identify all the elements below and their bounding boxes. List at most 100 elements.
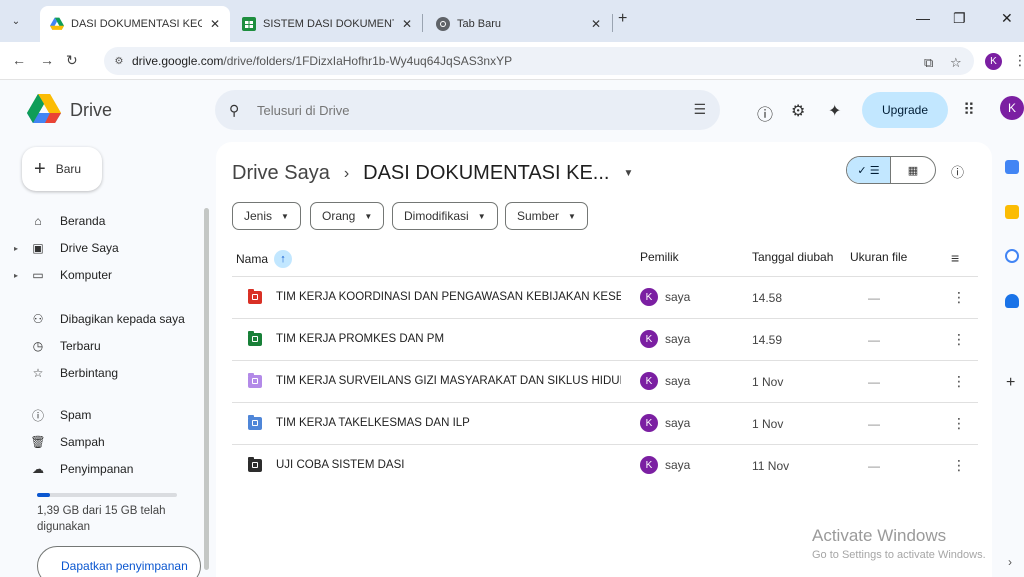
plus-icon: +	[34, 158, 46, 180]
restore-icon[interactable]: ❐	[953, 10, 966, 27]
more-actions-icon[interactable]: ⋮	[952, 457, 966, 474]
table-row[interactable]: TIM KERJA TAKELKESMAS DAN ILP Ksaya 1 Nov —…	[232, 402, 978, 444]
filter-chip-sumber[interactable]: Sumber ▼	[505, 202, 588, 230]
more-actions-icon[interactable]: ⋮	[952, 289, 966, 306]
forward-icon[interactable]: →	[40, 52, 54, 68]
table-row[interactable]: TIM KERJA KOORDINASI DAN PENGAWASAN KEBI…	[232, 276, 978, 318]
home-icon: ⌂	[34, 214, 42, 228]
get-storage-button[interactable]: Dapatkan penyimpanan	[37, 546, 201, 577]
app-title[interactable]: Drive	[70, 100, 112, 121]
more-actions-icon[interactable]: ⋮	[952, 415, 966, 432]
column-header-name[interactable]: Nama ↑	[236, 250, 293, 268]
owner-cell: Ksaya	[640, 456, 690, 474]
sidebar-item-beranda[interactable]: ⌂ Beranda	[20, 210, 105, 232]
sort-options-icon[interactable]: ≡	[951, 250, 959, 266]
breadcrumb-root[interactable]: Drive Saya	[232, 162, 330, 185]
expand-caret-icon[interactable]: ▸	[14, 271, 18, 280]
browser-menu-icon[interactable]: ⋮	[1013, 52, 1024, 69]
new-button[interactable]: + Baru	[22, 147, 102, 191]
search-bar[interactable]: ⚲ ☰	[215, 90, 720, 130]
tab-search-icon[interactable]: ⌄	[6, 12, 26, 30]
bookmark-star-icon[interactable]: ☆	[950, 55, 962, 71]
grid-icon: ▦	[907, 164, 919, 177]
add-addon-icon[interactable]: +	[1006, 374, 1015, 392]
help-icon[interactable]: ⓘ	[757, 101, 773, 125]
tasks-icon[interactable]	[1005, 249, 1019, 263]
sidebar-item-label: Penyimpanan	[60, 462, 134, 476]
tab-label: DASI DOKUMENTASI KEGIATAN	[71, 18, 202, 30]
sort-ascending-icon[interactable]: ↑	[274, 250, 293, 268]
more-actions-icon[interactable]: ⋮	[952, 331, 966, 348]
sidebar-item-komputer[interactable]: ▸ ▭ Komputer	[14, 264, 112, 286]
filter-chip-dimodifikasi[interactable]: Dimodifikasi ▼	[392, 202, 498, 230]
table-row[interactable]: TIM KERJA SURVEILANS GIZI MASYARAKAT DAN…	[232, 360, 978, 402]
file-name[interactable]: UJI COBA SISTEM DASI	[276, 459, 621, 471]
column-header-size[interactable]: Ukuran file	[850, 250, 907, 264]
view-toggle[interactable]: ✓ ☰ ▦	[846, 156, 936, 184]
sidebar-item-spam[interactable]: ⓘ Spam	[20, 404, 91, 426]
cast-icon[interactable]: ⧉	[924, 55, 933, 71]
account-avatar[interactable]: K	[1000, 96, 1024, 120]
file-name[interactable]: TIM KERJA KOORDINASI DAN PENGAWASAN KEBI…	[276, 291, 621, 303]
sidebar-item-label: Terbaru	[60, 339, 101, 353]
sidebar-item-label: Spam	[60, 408, 92, 422]
keep-icon[interactable]	[1005, 205, 1019, 219]
trash-icon: 🗑︎	[30, 435, 46, 449]
close-window-icon[interactable]: ✕	[1001, 10, 1013, 27]
close-tab-icon[interactable]: ✕	[591, 17, 601, 31]
sidebar-item-berbintang[interactable]: ☆ Berbintang	[20, 362, 118, 384]
show-side-panel-icon[interactable]: ›	[1008, 555, 1012, 569]
expand-caret-icon[interactable]: ▸	[14, 244, 18, 253]
calendar-icon[interactable]	[1005, 160, 1019, 174]
owner-cell: Ksaya	[640, 414, 690, 432]
search-input[interactable]	[257, 102, 657, 118]
close-tab-icon[interactable]: ✕	[402, 17, 412, 31]
breadcrumb-current-folder[interactable]: DASI DOKUMENTASI KE...	[363, 162, 609, 185]
filter-chip-orang[interactable]: Orang ▼	[310, 202, 385, 230]
site-info-icon[interactable]: ⚙	[112, 54, 126, 68]
filter-chip-jenis[interactable]: Jenis ▼	[232, 202, 301, 230]
tab-divider	[612, 14, 613, 32]
table-row[interactable]: TIM KERJA PROMKES DAN PM Ksaya 14.59 — ⋮	[232, 318, 978, 360]
sidebar-item-drive-saya[interactable]: ▸ ▣ Drive Saya	[14, 237, 119, 259]
star-icon: ☆	[32, 366, 44, 380]
sidebar-item-sampah[interactable]: 🗑︎ Sampah	[20, 431, 104, 453]
list-view-button[interactable]: ✓ ☰	[847, 157, 892, 183]
settings-gear-icon[interactable]: ⚙	[791, 101, 805, 121]
file-name[interactable]: TIM KERJA TAKELKESMAS DAN ILP	[276, 417, 621, 429]
sidebar-item-terbaru[interactable]: ◷ Terbaru	[20, 335, 101, 357]
contacts-icon[interactable]	[1005, 294, 1019, 308]
drive-logo[interactable]	[27, 94, 61, 124]
google-apps-icon[interactable]: ⠿	[963, 100, 975, 120]
minimize-icon[interactable]: —	[916, 10, 930, 26]
more-actions-icon[interactable]: ⋮	[952, 373, 966, 390]
browser-tab-strip: ⌄ DASI DOKUMENTASI KEGIATAN ✕ SISTEM DAS…	[0, 0, 1024, 42]
column-header-modified[interactable]: Tanggal diubah	[752, 250, 833, 264]
search-icon[interactable]: ⚲	[229, 102, 245, 118]
tab-sheets[interactable]: SISTEM DASI DOKUMENTASI K ✕	[232, 6, 422, 42]
column-header-owner[interactable]: Pemilik	[640, 250, 679, 264]
table-row[interactable]: UJI COBA SISTEM DASI Ksaya 11 Nov — ⋮	[232, 444, 978, 486]
browser-profile-avatar[interactable]: K	[985, 53, 1002, 70]
tab-new-tab[interactable]: Tab Baru ✕	[426, 6, 611, 42]
search-options-icon[interactable]: ☰	[693, 101, 706, 118]
file-size: —	[868, 459, 880, 473]
file-name[interactable]: TIM KERJA SURVEILANS GIZI MASYARAKAT DAN…	[276, 375, 621, 387]
gemini-sparkle-icon[interactable]: ✦	[828, 101, 841, 121]
sidebar-item-penyimpanan[interactable]: ☁ Penyimpanan	[20, 458, 133, 480]
file-name[interactable]: TIM KERJA PROMKES DAN PM	[276, 333, 621, 345]
clock-icon: ◷	[32, 339, 44, 353]
close-tab-icon[interactable]: ✕	[210, 17, 220, 31]
tab-drive-folder[interactable]: DASI DOKUMENTASI KEGIATAN ✕	[40, 6, 230, 42]
folder-menu-caret-icon[interactable]: ▼	[623, 168, 633, 179]
grid-view-button[interactable]: ▦	[891, 157, 935, 183]
new-tab-button[interactable]: +	[618, 10, 627, 28]
sidebar-item-dibagikan[interactable]: ⚇ Dibagikan kepada saya	[20, 308, 185, 330]
back-icon[interactable]: ←	[12, 52, 26, 68]
details-info-icon[interactable]: ⓘ	[951, 162, 964, 181]
address-bar[interactable]: ⚙ drive.google.com/drive/folders/1FDizxI…	[104, 47, 974, 75]
sidebar-scrollbar[interactable]	[204, 208, 209, 570]
url-text[interactable]: drive.google.com/drive/folders/1FDizxIaH…	[132, 54, 512, 68]
reload-icon[interactable]: ↻	[66, 52, 78, 69]
upgrade-button[interactable]: Upgrade	[862, 92, 948, 128]
